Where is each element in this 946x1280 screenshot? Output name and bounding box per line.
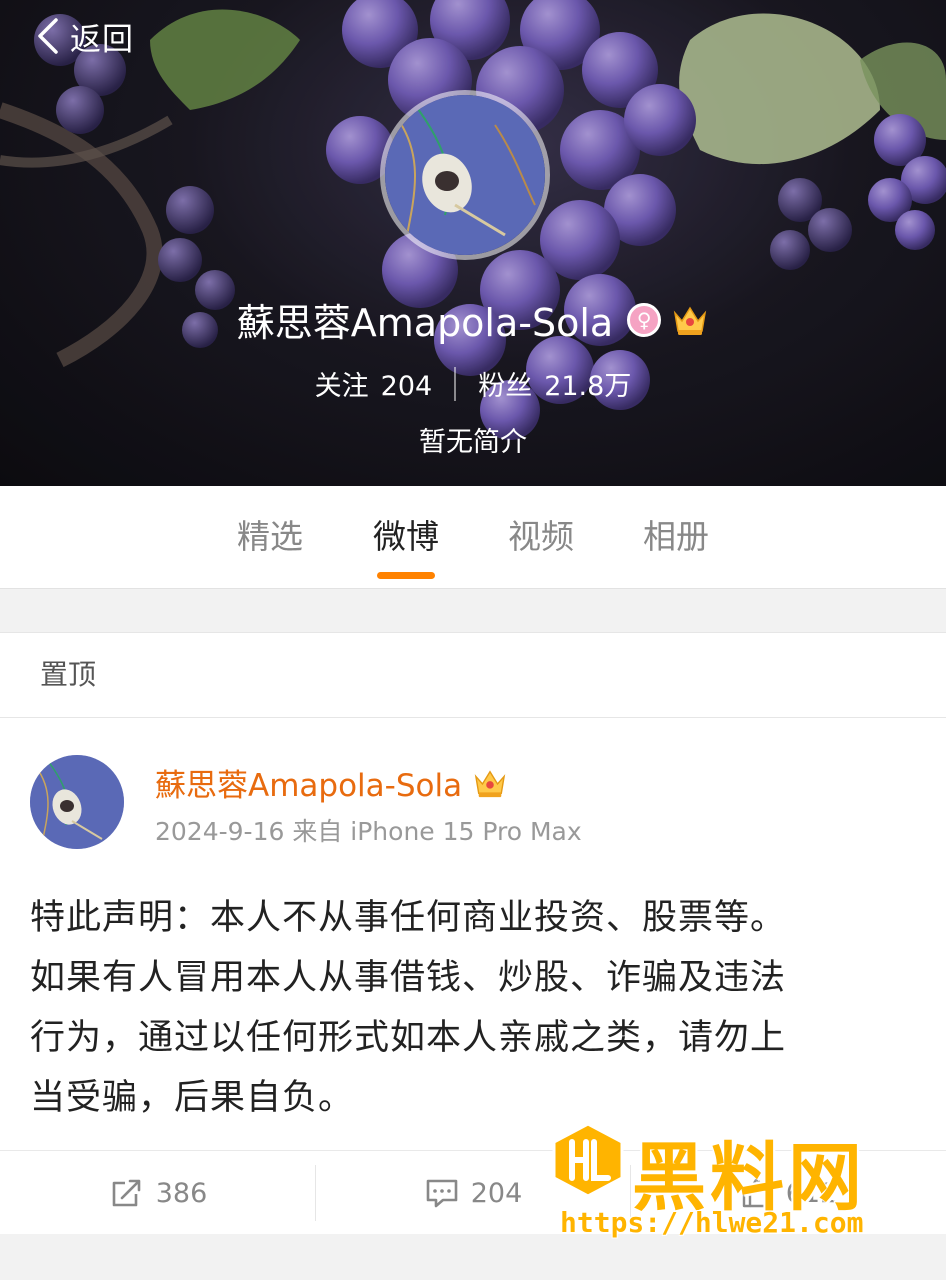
following-count: 204 bbox=[380, 371, 433, 402]
post-line: 特此声明：本人不从事任何商业投资、股票等。 bbox=[30, 898, 787, 938]
repost-button[interactable]: 386 bbox=[0, 1151, 315, 1235]
pinned-header: 置顶 bbox=[0, 632, 946, 718]
post-line: 当受骗，后果自负。 bbox=[30, 1078, 355, 1118]
followers-stat[interactable]: 粉丝 21.8万 bbox=[478, 364, 631, 403]
active-tab-indicator bbox=[377, 572, 435, 579]
profile-stats: 关注 204 粉丝 21.8万 bbox=[0, 364, 946, 403]
following-label: 关注 bbox=[314, 371, 369, 402]
like-count: 612 bbox=[785, 1177, 838, 1209]
tab-video[interactable]: 视频 bbox=[502, 486, 580, 588]
tab-featured[interactable]: 精选 bbox=[231, 486, 309, 588]
repost-icon bbox=[112, 1179, 141, 1207]
post-body: 特此声明：本人不从事任何商业投资、股票等。 如果有人冒用本人从事借钱、炒股、诈骗… bbox=[30, 888, 910, 1128]
tab-album[interactable]: 相册 bbox=[637, 486, 715, 588]
profile-name: 蘇思蓉Amapola-Sola bbox=[236, 301, 614, 345]
thumbs-up-icon bbox=[742, 1178, 773, 1208]
comment-count: 204 bbox=[470, 1177, 523, 1209]
avatar-image bbox=[385, 95, 545, 255]
comment-button[interactable]: 204 bbox=[315, 1151, 630, 1235]
chevron-left-icon bbox=[38, 18, 58, 54]
post-card[interactable]: 蘇思蓉Amapola-Sola 2024-9-16 来自 iPhone 15 P… bbox=[0, 718, 946, 1234]
profile-tabs: 精选 微博 视频 相册 bbox=[0, 486, 946, 589]
vip-crown-icon[interactable] bbox=[671, 303, 709, 337]
post-line: 如果有人冒用本人从事借钱、炒股、诈骗及违法 bbox=[30, 958, 787, 998]
post-actions: 386 204 612 bbox=[0, 1150, 946, 1235]
female-icon: ♀ bbox=[627, 302, 662, 337]
profile-intro: 暂无简介 bbox=[419, 427, 527, 458]
avatar-image bbox=[30, 755, 124, 849]
post-line: 行为，通过以任何形式如本人亲戚之类，请勿上 bbox=[30, 1018, 787, 1058]
followers-count: 21.8万 bbox=[544, 371, 632, 402]
like-button[interactable]: 612 bbox=[630, 1151, 945, 1235]
profile-name-row: 蘇思蓉Amapola-Sola ♀ bbox=[0, 292, 946, 347]
following-stat[interactable]: 关注 204 bbox=[315, 364, 433, 403]
pinned-label: 置顶 bbox=[40, 658, 97, 691]
back-label: 返回 bbox=[70, 21, 134, 58]
post-meta: 2024-9-16 来自 iPhone 15 Pro Max bbox=[155, 817, 582, 846]
stats-divider bbox=[454, 366, 457, 401]
post-author-avatar[interactable] bbox=[30, 755, 124, 849]
followers-label: 粉丝 bbox=[478, 371, 533, 402]
comment-icon bbox=[426, 1179, 458, 1208]
back-button[interactable]: 返回 bbox=[34, 14, 134, 58]
post-author-row: 蘇思蓉Amapola-Sola bbox=[155, 760, 508, 805]
profile-avatar[interactable] bbox=[380, 90, 550, 260]
post-author-name[interactable]: 蘇思蓉Amapola-Sola bbox=[155, 760, 462, 805]
repost-count: 386 bbox=[155, 1177, 208, 1209]
vip-crown-icon bbox=[474, 769, 506, 797]
profile-cover: 返回 蘇思蓉Amapola-Sola ♀ 关注 204 粉丝 21.8万 暂无简… bbox=[0, 0, 946, 486]
